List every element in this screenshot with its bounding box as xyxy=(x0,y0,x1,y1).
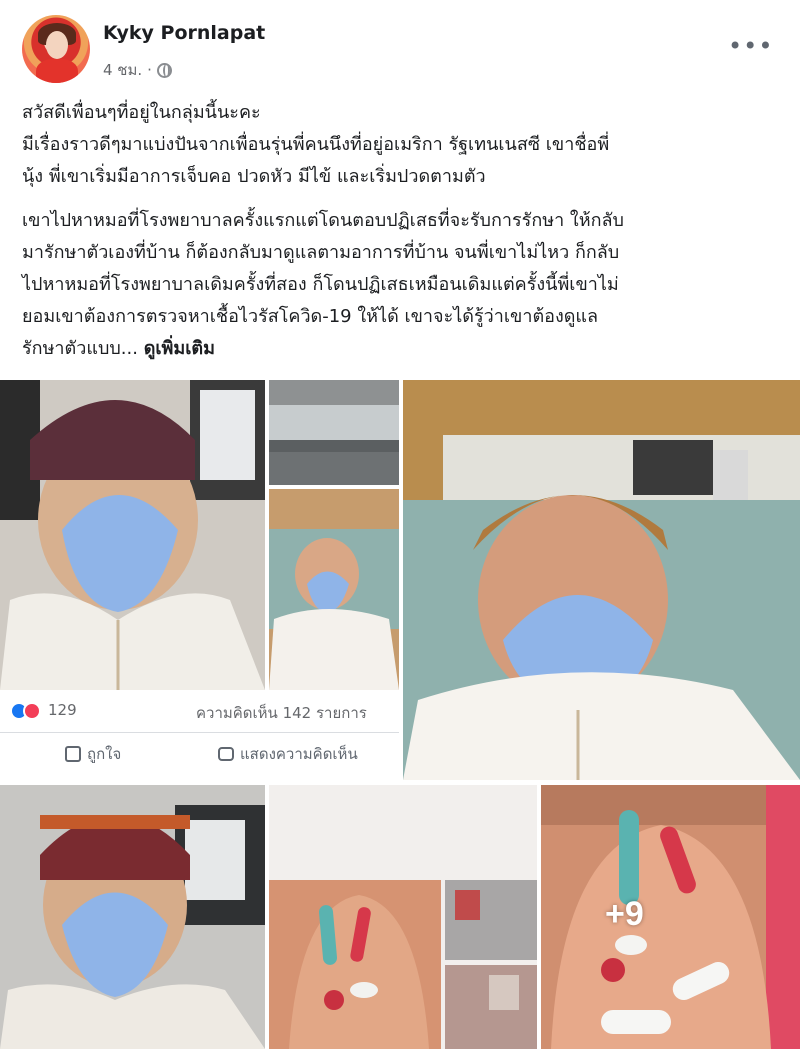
avatar[interactable] xyxy=(22,15,90,83)
comment-button[interactable]: แสดงความคิดเห็น xyxy=(218,742,358,766)
reaction-icons[interactable] xyxy=(10,702,41,720)
post-body: สวัสดีเพื่อนๆที่อยู่ในกลุ่มนี้นะคะ มีเรื… xyxy=(22,97,782,377)
author-name[interactable]: Kyky Pornlapat xyxy=(103,22,265,44)
photo-note-pills-art xyxy=(269,785,537,1049)
like-button[interactable]: ถูกใจ xyxy=(65,742,121,766)
comment-bubble-icon xyxy=(218,747,234,761)
photo-selfie-beanie[interactable] xyxy=(0,785,265,1049)
like-button-label: ถูกใจ xyxy=(87,745,122,763)
action-divider xyxy=(0,732,399,733)
photo-hospital-bed[interactable] xyxy=(269,380,399,485)
photo-selfie-car-art xyxy=(0,380,265,690)
more-options-icon[interactable]: ••• xyxy=(728,32,773,60)
photo-lying-bed-art xyxy=(269,489,399,690)
globe-icon xyxy=(156,62,172,78)
love-reaction-icon xyxy=(23,702,41,720)
post-header: Kyky Pornlapat 4 ชม. · ••• xyxy=(0,0,800,95)
post-paragraph-2: เขาไปหาหมอที่โรงพยาบาลครั้งแรกแต่โดนตอบป… xyxy=(22,205,782,365)
photo-pills-hand[interactable] xyxy=(541,785,800,1049)
avatar-dress xyxy=(36,59,78,83)
photo-hospital-large-art xyxy=(403,380,800,780)
meta-separator: · xyxy=(147,61,152,79)
reactions-bar: 129 ความคิดเห็น 142 รายการ ถูกใจ แสดงควา… xyxy=(0,690,399,780)
reaction-count[interactable]: 129 xyxy=(48,701,77,719)
photo-pills-hand-art xyxy=(541,785,800,1049)
more-photos-overlay[interactable]: +9 xyxy=(605,895,644,934)
photo-lying-bed[interactable] xyxy=(269,489,399,690)
post-meta: 4 ชม. · xyxy=(103,58,172,82)
post-paragraph-2-text: เขาไปหาหมอที่โรงพยาบาลครั้งแรกแต่โดนตอบป… xyxy=(22,210,624,359)
comment-button-label: แสดงความคิดเห็น xyxy=(240,745,358,763)
photo-selfie-car[interactable] xyxy=(0,380,265,690)
post-paragraph-1: สวัสดีเพื่อนๆที่อยู่ในกลุ่มนี้นะคะ มีเรื… xyxy=(22,102,610,187)
comment-count[interactable]: ความคิดเห็น 142 รายการ xyxy=(196,701,367,725)
see-more-link[interactable]: ดูเพิ่มเติม xyxy=(144,338,215,359)
thumbs-up-icon xyxy=(65,746,81,762)
photo-hospital-bed-art xyxy=(269,380,399,485)
avatar-face xyxy=(46,31,68,59)
photo-note-pills[interactable] xyxy=(269,785,537,1049)
photo-selfie-beanie-art xyxy=(0,785,265,1049)
photo-hospital-large[interactable] xyxy=(403,380,800,780)
post-time[interactable]: 4 ชม. xyxy=(103,58,142,82)
